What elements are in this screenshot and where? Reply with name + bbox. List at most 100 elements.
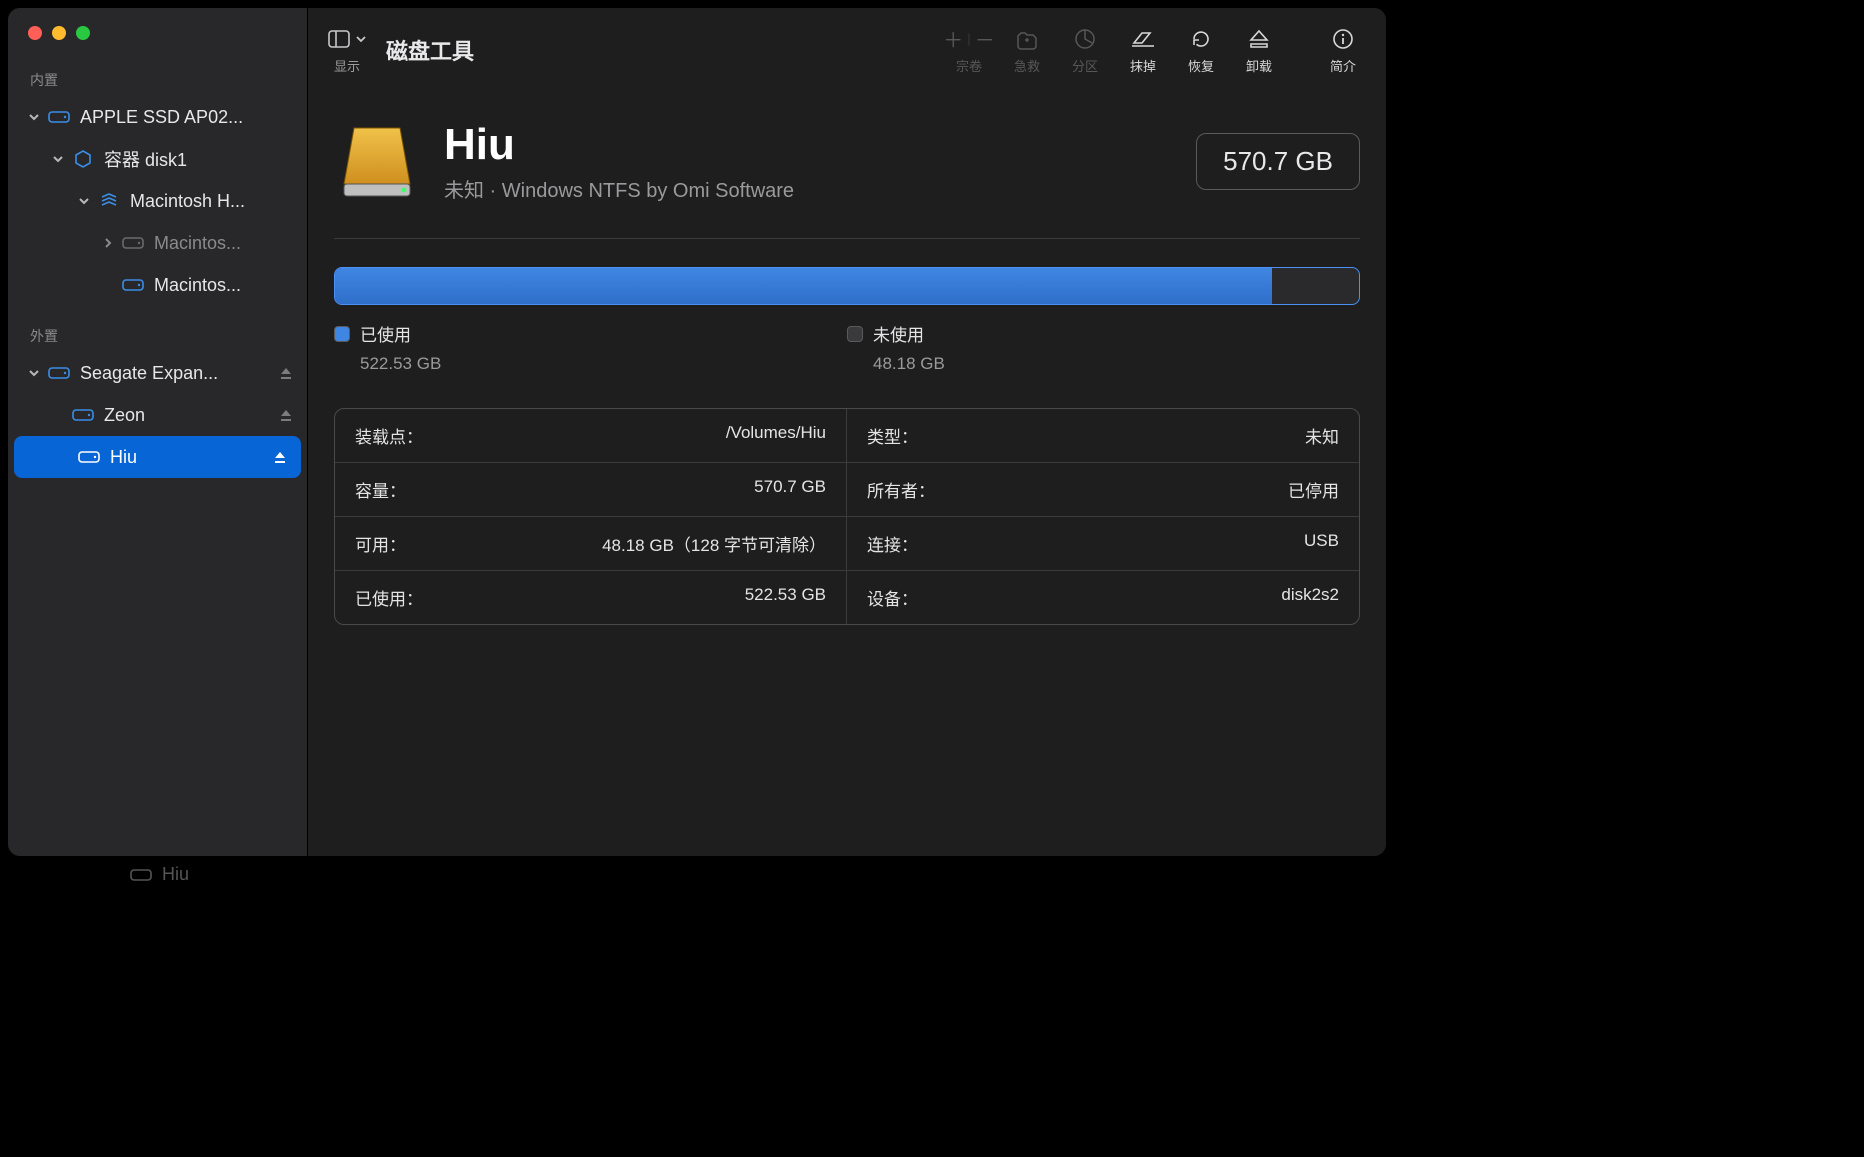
disk-icon bbox=[48, 364, 70, 382]
minus-icon: － bbox=[975, 24, 995, 53]
view-mode-button[interactable]: 显示 bbox=[318, 26, 376, 75]
sidebar-external-tree: Seagate Expan... Zeon Hiu bbox=[8, 352, 307, 478]
volume-title-block: Hiu 未知 · Windows NTFS by Omi Software bbox=[444, 120, 794, 203]
container-icon bbox=[72, 150, 94, 168]
sidebar-item-label: Macintos... bbox=[154, 233, 297, 254]
chevron-down-icon bbox=[356, 34, 366, 44]
free-label: 未使用 bbox=[873, 321, 924, 346]
close-icon[interactable] bbox=[28, 26, 42, 40]
sidebar: 内置 APPLE SSD AP02... 容器 disk1 Macintosh … bbox=[8, 8, 308, 856]
volume-total-size: 570.7 GB bbox=[1196, 133, 1360, 190]
chevron-down-icon[interactable] bbox=[26, 365, 42, 381]
free-value: 48.18 GB bbox=[873, 354, 1360, 374]
window-title: 磁盘工具 bbox=[386, 34, 474, 66]
sidebar-section-internal: 内置 bbox=[8, 64, 307, 96]
used-value: 522.53 GB bbox=[360, 354, 847, 374]
volumes-icon bbox=[98, 192, 120, 210]
volume-button[interactable]: ＋|－ 宗卷 bbox=[940, 26, 998, 75]
usage-bar-used bbox=[335, 268, 1272, 304]
plus-icon: ＋ bbox=[943, 24, 963, 53]
sidebar-item-hiu[interactable]: Hiu bbox=[14, 436, 301, 478]
usage-legend: 已使用 522.53 GB 未使用 48.18 GB bbox=[334, 321, 1360, 374]
sidebar-item-label: 容器 disk1 bbox=[104, 146, 297, 172]
sidebar-section-external: 外置 bbox=[8, 320, 307, 352]
sidebar-item-zeon[interactable]: Zeon bbox=[8, 394, 307, 436]
info-row-connection: 连接：USB bbox=[847, 517, 1359, 571]
volume-header: Hiu 未知 · Windows NTFS by Omi Software 57… bbox=[334, 118, 1360, 204]
eject-icon bbox=[1248, 26, 1270, 52]
sidebar-layout-icon bbox=[328, 30, 350, 48]
firstaid-icon bbox=[1015, 26, 1039, 52]
sidebar-item-label: Seagate Expan... bbox=[80, 363, 279, 384]
eject-icon[interactable] bbox=[273, 448, 291, 466]
usage-bar bbox=[334, 267, 1360, 305]
disk-icon bbox=[122, 234, 144, 252]
sidebar-item-label: APPLE SSD AP02... bbox=[80, 107, 297, 128]
disk-icon bbox=[48, 108, 70, 126]
firstaid-button[interactable]: 急救 bbox=[998, 26, 1056, 75]
sidebar-item-label: Macintosh H... bbox=[130, 191, 297, 212]
info-button[interactable]: 简介 bbox=[1314, 26, 1372, 75]
unmount-button[interactable]: 卸载 bbox=[1230, 26, 1288, 75]
main-panel: 显示 磁盘工具 ＋|－ 宗卷 急救 分区 抹掉 bbox=[308, 8, 1386, 856]
free-swatch-icon bbox=[847, 326, 863, 342]
sidebar-item-apple-ssd[interactable]: APPLE SSD AP02... bbox=[8, 96, 307, 138]
chevron-down-icon[interactable] bbox=[76, 193, 92, 209]
info-row-type: 类型：未知 bbox=[847, 409, 1359, 463]
info-row-owner: 所有者：已停用 bbox=[847, 463, 1359, 517]
sidebar-item-label: Zeon bbox=[104, 405, 279, 426]
eject-icon[interactable] bbox=[279, 406, 297, 424]
info-row-available: 可用：48.18 GB（128 字节可清除） bbox=[335, 517, 847, 571]
disk-icon bbox=[130, 868, 152, 882]
disk-icon bbox=[122, 276, 144, 294]
info-table: 装载点：/Volumes/Hiu 类型：未知 容量：570.7 GB 所有者：已… bbox=[334, 408, 1360, 625]
erase-icon bbox=[1130, 26, 1156, 52]
toolbar-actions: ＋|－ 宗卷 急救 分区 抹掉 恢复 bbox=[940, 26, 1372, 75]
restore-icon bbox=[1189, 26, 1213, 52]
volume-subtitle: 未知 · Windows NTFS by Omi Software bbox=[444, 174, 794, 203]
sidebar-item-seagate[interactable]: Seagate Expan... bbox=[8, 352, 307, 394]
toolbar-label: 分区 bbox=[1072, 56, 1098, 75]
toolbar-label: 卸载 bbox=[1246, 56, 1272, 75]
info-row-capacity: 容量：570.7 GB bbox=[335, 463, 847, 517]
toolbar-label: 简介 bbox=[1330, 56, 1356, 75]
sidebar-item-macintosh-hd[interactable]: Macintosh H... bbox=[8, 180, 307, 222]
disk-utility-window: 内置 APPLE SSD AP02... 容器 disk1 Macintosh … bbox=[8, 8, 1386, 856]
chevron-down-icon[interactable] bbox=[26, 109, 42, 125]
sidebar-item-label: Hiu bbox=[110, 447, 273, 468]
info-row-mount: 装载点：/Volumes/Hiu bbox=[335, 409, 847, 463]
sidebar-item-macintosh-child1[interactable]: Macintos... bbox=[8, 222, 307, 264]
disk-icon bbox=[78, 448, 100, 466]
window-controls bbox=[8, 8, 307, 64]
chevron-down-icon[interactable] bbox=[50, 151, 66, 167]
info-row-used: 已使用：522.53 GB bbox=[335, 571, 847, 624]
zoom-icon[interactable] bbox=[76, 26, 90, 40]
sidebar-item-label: Macintos... bbox=[154, 275, 297, 296]
partition-button[interactable]: 分区 bbox=[1056, 26, 1114, 75]
erase-button[interactable]: 抹掉 bbox=[1114, 26, 1172, 75]
eject-icon[interactable] bbox=[279, 364, 297, 382]
chevron-right-icon[interactable] bbox=[100, 235, 116, 251]
restore-button[interactable]: 恢复 bbox=[1172, 26, 1230, 75]
sidebar-item-container-disk1[interactable]: 容器 disk1 bbox=[8, 138, 307, 180]
toolbar: 显示 磁盘工具 ＋|－ 宗卷 急救 分区 抹掉 bbox=[308, 8, 1386, 92]
sidebar-internal-tree: APPLE SSD AP02... 容器 disk1 Macintosh H..… bbox=[8, 96, 307, 306]
partition-icon bbox=[1073, 26, 1097, 52]
toolbar-label: 恢复 bbox=[1188, 56, 1214, 75]
toolbar-label: 急救 bbox=[1014, 56, 1040, 75]
toolbar-label: 抹掉 bbox=[1130, 56, 1156, 75]
content-area: Hiu 未知 · Windows NTFS by Omi Software 57… bbox=[308, 92, 1386, 856]
used-label: 已使用 bbox=[360, 321, 411, 346]
external-drive-icon bbox=[334, 118, 420, 204]
divider bbox=[334, 238, 1360, 239]
info-icon bbox=[1331, 26, 1355, 52]
disk-icon bbox=[72, 406, 94, 424]
info-row-device: 设备：disk2s2 bbox=[847, 571, 1359, 624]
used-swatch-icon bbox=[334, 326, 350, 342]
toolbar-label: 宗卷 bbox=[956, 56, 982, 75]
sidebar-item-macintosh-child2[interactable]: Macintos... bbox=[8, 264, 307, 306]
volume-name: Hiu bbox=[444, 120, 794, 170]
minimize-icon[interactable] bbox=[52, 26, 66, 40]
background-window-fragment: Hiu bbox=[130, 864, 189, 885]
toolbar-label: 显示 bbox=[334, 56, 360, 75]
